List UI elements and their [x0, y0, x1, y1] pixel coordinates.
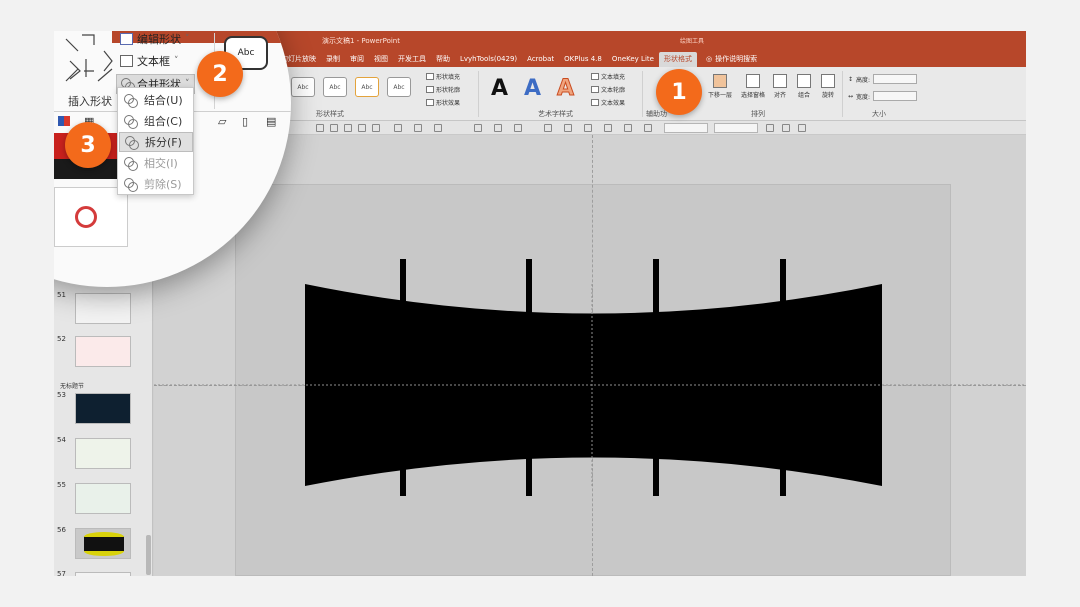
vertical-bar-3[interactable]	[653, 259, 659, 496]
edit-shape-button[interactable]: 编辑形状 ˅	[120, 31, 190, 47]
step-badge-1: 1	[656, 69, 702, 115]
text-box-icon	[120, 55, 133, 67]
powerpoint-window: 演示文稿1 - PowerPoint 绘图工具 幻灯片放映 录制 审阅 视图 开…	[54, 31, 1026, 576]
chevron-down-icon: ˅	[185, 34, 190, 44]
thumbnail-graphic	[75, 206, 97, 228]
menu-item-union[interactable]: 结合(U)	[119, 90, 193, 110]
intersect-icon	[124, 157, 138, 171]
magnified-slide-thumbnail[interactable]	[54, 187, 128, 247]
subtract-icon	[124, 178, 138, 192]
insert-shapes-group-label: 插入形状	[68, 95, 112, 108]
menu-item-subtract[interactable]: 剪除(S)	[119, 174, 193, 194]
menu-item-intersect[interactable]: 相交(I)	[119, 153, 193, 173]
merge-shapes-menu: 结合(U) 组合(C) 拆分(F) 相交(I) 剪除(S)	[117, 87, 194, 195]
align-top-icon[interactable]: ▱	[218, 115, 226, 128]
edit-shape-icon	[120, 33, 133, 45]
menu-item-fragment[interactable]: 拆分(F)	[119, 132, 193, 152]
fragment-icon	[125, 136, 139, 150]
distribute-icon[interactable]: ▤	[266, 115, 276, 128]
color-picker-icon[interactable]	[58, 116, 70, 126]
combine-icon	[124, 115, 138, 129]
text-box-button[interactable]: 文本框 ˅	[120, 53, 179, 69]
vertical-bar-1[interactable]	[400, 259, 406, 496]
step-badge-2: 2	[197, 51, 243, 97]
menu-item-combine[interactable]: 组合(C)	[119, 111, 193, 131]
step-badge-3: 3	[65, 122, 111, 168]
vertical-bar-4[interactable]	[780, 259, 786, 496]
shape-gallery-arrows-icon[interactable]	[64, 31, 124, 83]
align-middle-icon[interactable]: ▯	[242, 115, 248, 128]
vertical-bar-2[interactable]	[526, 259, 532, 496]
union-icon	[124, 94, 138, 108]
chevron-down-icon: ˅	[174, 56, 179, 66]
